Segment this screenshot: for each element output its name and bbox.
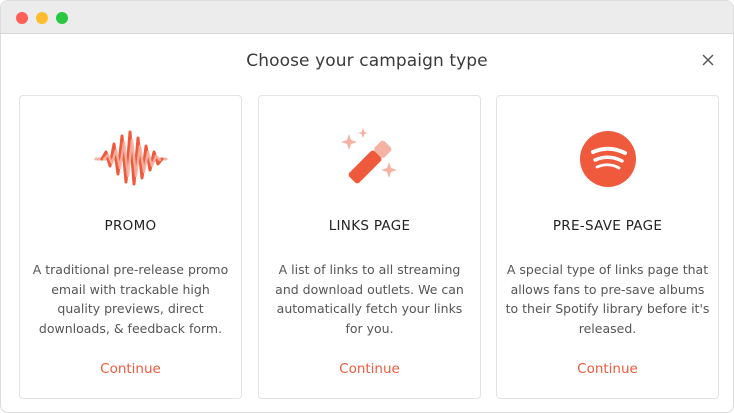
window-maximize-button[interactable] (56, 12, 68, 24)
card-links-page[interactable]: LINKS PAGE A list of links to all stream… (258, 95, 481, 399)
card-description: A traditional pre-release promo email wi… (32, 262, 229, 336)
card-heading: PRE-SAVE PAGE (552, 218, 663, 234)
app-window: Choose your campaign type PROMO A tradit… (0, 0, 734, 413)
campaign-type-cards: PROMO A traditional pre-release promo em… (19, 95, 719, 399)
window-close-button[interactable] (16, 12, 28, 24)
card-promo[interactable]: PROMO A traditional pre-release promo em… (19, 95, 242, 399)
modal-title: Choose your campaign type (246, 51, 488, 71)
card-heading: PROMO (104, 218, 157, 234)
continue-link[interactable]: Continue (259, 361, 480, 377)
close-icon[interactable] (699, 51, 717, 69)
continue-link[interactable]: Continue (20, 361, 241, 377)
continue-link[interactable]: Continue (497, 361, 718, 377)
window-minimize-button[interactable] (36, 12, 48, 24)
window-titlebar (1, 1, 733, 34)
card-description: A list of links to all streaming and dow… (275, 262, 464, 336)
card-pre-save-page[interactable]: PRE-SAVE PAGE A special type of links pa… (496, 95, 719, 399)
soundwave-icon (20, 126, 241, 192)
card-heading: LINKS PAGE (328, 218, 411, 234)
spotify-icon (497, 126, 718, 192)
magic-wand-icon (259, 126, 480, 192)
card-description: A special type of links page that allows… (505, 262, 710, 336)
